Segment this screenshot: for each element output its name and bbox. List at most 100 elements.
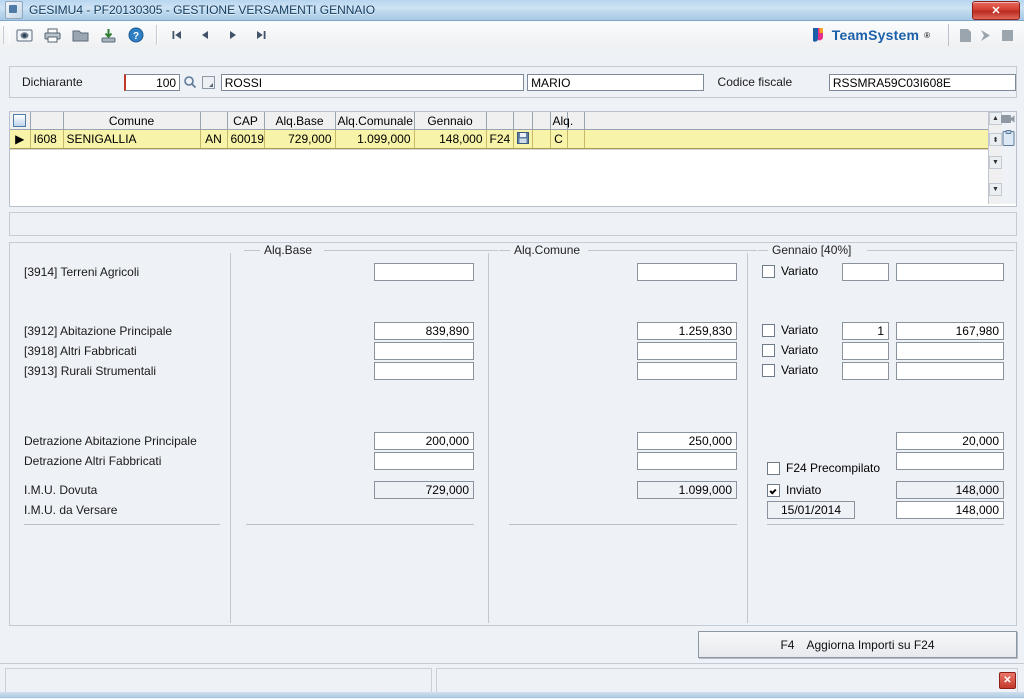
codice-fiscale-input[interactable]: RSSMRA59C03I608E <box>828 73 1016 91</box>
row-codice[interactable]: I608 <box>30 129 64 149</box>
row-alq[interactable]: C <box>550 129 568 149</box>
last-record-icon[interactable] <box>248 23 274 47</box>
row-blank1[interactable] <box>532 129 551 149</box>
altri-variato-label: Variato <box>781 343 819 357</box>
terreni-variato-checkbox[interactable] <box>762 264 775 278</box>
inviato-date-field[interactable]: 15/01/2014 <box>767 501 855 519</box>
detrazione-ap-gennaio-input[interactable]: 20,000 <box>896 432 1004 450</box>
preview-icon[interactable] <box>11 23 37 47</box>
grid-header-row: Comune CAP Alq.Base Alq.Comunale Gennaio… <box>10 112 997 130</box>
scroll-page-down-button[interactable]: ▼ <box>989 156 1002 169</box>
altri-variato-group[interactable]: Variato <box>762 343 818 357</box>
grid-col-alq-comunale[interactable]: Alq.Comunale <box>335 112 415 130</box>
rule-gennaio-column <box>767 524 1004 525</box>
altri-alq-comune-input[interactable] <box>637 342 737 360</box>
prev-record-icon[interactable] <box>192 23 218 47</box>
window-close-button[interactable]: ✕ <box>972 1 1020 20</box>
altri-alq-base-input[interactable] <box>374 342 474 360</box>
help-icon[interactable]: ? <box>123 23 149 47</box>
row-prov[interactable]: AN <box>200 129 228 149</box>
export-icon[interactable] <box>95 23 121 47</box>
grid-select-all-header[interactable] <box>10 112 31 130</box>
abitazione-gennaio-value-input[interactable]: 167,980 <box>896 322 1004 340</box>
abitazione-variato-checkbox[interactable] <box>762 323 775 337</box>
abitazione-alq-base-input[interactable]: 839,890 <box>374 322 474 340</box>
row-rurali-label: [3913] Rurali Strumentali <box>24 364 156 378</box>
label-abitazione-principale: [3912] Abitazione Principale <box>24 324 173 338</box>
detrazione-af-gennaio-input[interactable] <box>896 452 1004 470</box>
declarant-firstname-input[interactable]: MARIO <box>527 73 704 91</box>
document-icon[interactable] <box>957 27 974 44</box>
next-record-icon[interactable] <box>220 23 246 47</box>
inviato-group[interactable]: Inviato <box>767 483 821 497</box>
declarant-code-input[interactable]: 100 <box>123 73 181 91</box>
grid-col-blank3[interactable] <box>584 112 997 130</box>
rurali-variato-group[interactable]: Variato <box>762 363 818 377</box>
toolbar-grip[interactable] <box>3 26 10 44</box>
declarant-strip: Dichiarante 100 ROSSI MARIO Codice fisca… <box>0 49 1024 109</box>
abitazione-gennaio-small-input[interactable]: 1 <box>842 322 889 340</box>
forward-arrow-icon[interactable] <box>978 27 995 44</box>
altri-gennaio-value-input[interactable] <box>896 342 1004 360</box>
window-icon[interactable] <box>999 27 1016 44</box>
grid-col-code[interactable] <box>30 112 64 130</box>
save-icon[interactable] <box>513 129 533 149</box>
row-cap[interactable]: 60019 <box>227 129 265 149</box>
detrazione-ap-alq-base-input[interactable]: 200,000 <box>374 432 474 450</box>
grid-col-blank1[interactable] <box>532 112 551 130</box>
aggiorna-importi-f24-button[interactable]: F4 Aggiorna Importi su F24 <box>698 631 1017 658</box>
row-gennaio[interactable]: 148,000 <box>414 129 487 149</box>
grid-col-alq-base[interactable]: Alq.Base <box>264 112 336 130</box>
camera-icon[interactable] <box>1001 113 1015 125</box>
grid-col-comune[interactable]: Comune <box>63 112 201 130</box>
grid-col-prov[interactable] <box>200 112 228 130</box>
scroll-thumb[interactable]: ⬍ <box>989 133 1002 146</box>
rurali-gennaio-small-input[interactable] <box>842 362 889 380</box>
row-blank2[interactable] <box>567 129 585 149</box>
f24-precompilato-checkbox[interactable] <box>767 461 780 475</box>
folder-icon[interactable] <box>67 23 93 47</box>
terreni-alq-comune-input[interactable] <box>637 263 737 281</box>
print-icon[interactable] <box>39 23 65 47</box>
grid-vertical-scrollbar[interactable]: ▲ ⬍ ▼ ▼ <box>988 112 1002 204</box>
grid-col-alq[interactable]: Alq. <box>550 112 573 130</box>
row-alq-comunale[interactable]: 1.099,000 <box>335 129 415 149</box>
rurali-variato-checkbox[interactable] <box>762 363 775 377</box>
detrazione-ap-alq-comune-input[interactable]: 250,000 <box>637 432 737 450</box>
rurali-gennaio-value-input[interactable] <box>896 362 1004 380</box>
grid-col-f24[interactable] <box>486 112 514 130</box>
grid-col-save[interactable] <box>513 112 533 130</box>
rurali-variato-label: Variato <box>781 363 819 377</box>
grid-col-cap[interactable]: CAP <box>227 112 265 130</box>
inviato-checkbox[interactable] <box>767 483 780 497</box>
f24-precompilato-group[interactable]: F24 Precompilato <box>767 461 880 475</box>
scroll-down-button[interactable]: ▼ <box>989 183 1002 196</box>
detrazione-af-alq-comune-input[interactable] <box>637 452 737 470</box>
row-f24[interactable]: F24 <box>486 129 514 149</box>
abitazione-variato-group[interactable]: Variato <box>762 323 818 337</box>
first-record-icon[interactable] <box>164 23 190 47</box>
altri-gennaio-small-input[interactable] <box>842 342 889 360</box>
declarant-surname-input[interactable]: ROSSI <box>220 73 525 91</box>
rurali-alq-base-input[interactable] <box>374 362 474 380</box>
rurali-alq-comune-input[interactable] <box>637 362 737 380</box>
grid-col-gennaio[interactable]: Gennaio <box>414 112 487 130</box>
terreni-alq-base-input[interactable] <box>374 263 474 281</box>
row-detrazione-af-label: Detrazione Altri Fabbricati <box>24 454 161 468</box>
terreni-variato-group[interactable]: Variato <box>762 264 818 278</box>
detrazione-af-alq-base-input[interactable] <box>374 452 474 470</box>
lookup-icon[interactable] <box>202 75 215 89</box>
row-comune[interactable]: SENIGALLIA <box>63 129 201 149</box>
terreni-gennaio-value-input[interactable] <box>896 263 1004 281</box>
codice-fiscale-label: Codice fiscale <box>717 75 793 89</box>
row-alq-base[interactable]: 729,000 <box>264 129 336 149</box>
altri-variato-checkbox[interactable] <box>762 343 775 357</box>
clipboard-icon[interactable] <box>1002 130 1015 146</box>
status-close-button[interactable]: ✕ <box>999 672 1016 689</box>
row-blank3[interactable] <box>584 129 997 149</box>
abitazione-alq-comune-input[interactable]: 1.259,830 <box>637 322 737 340</box>
imu-versare-gennaio-input[interactable]: 148,000 <box>896 501 1004 519</box>
table-row[interactable]: ▶ I608 SENIGALLIA AN 60019 729,000 1.099… <box>10 129 997 149</box>
search-icon[interactable] <box>183 75 197 89</box>
terreni-gennaio-small-input[interactable] <box>842 263 889 281</box>
